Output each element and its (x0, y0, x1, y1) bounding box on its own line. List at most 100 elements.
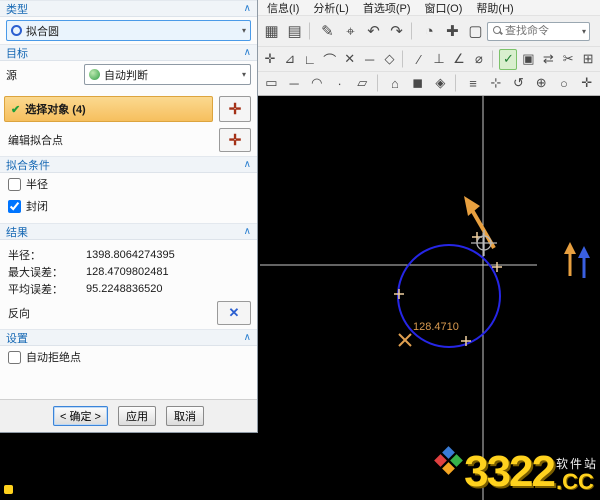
toolbar-icon[interactable]: ∠ (450, 49, 468, 70)
section-settings[interactable]: 设置 ∧ (0, 329, 257, 346)
toolbar-icon[interactable]: ↺ (508, 73, 529, 94)
select-objects-row[interactable]: ✔ 选择对象 (4) (4, 96, 213, 122)
fit-curve-dialog: 类型 ∧ 拟合圆 ▾ 目标 ∧ 源 自动判断 ▾ ✔ 选择对象 (4) ✛ 编辑… (0, 0, 258, 433)
datum-arrow-orange[interactable] (564, 242, 576, 276)
collapse-chevron-icon[interactable]: ∧ (244, 226, 251, 237)
reverse-direction-button[interactable]: ✕ (217, 301, 251, 325)
caret-down-icon[interactable]: ▾ (242, 26, 246, 35)
toolbar-icon[interactable]: ▦ (261, 19, 282, 43)
toolbar-separator (492, 50, 496, 68)
source-label: 源 (6, 67, 84, 83)
auto-reject-checkbox-label: 自动拒绝点 (26, 349, 81, 365)
reverse-label: 反向 (8, 305, 217, 321)
toolbar-icon[interactable]: ✓ (499, 49, 517, 70)
toolbar-icon[interactable]: ◇ (381, 49, 399, 70)
toolbar-icon[interactable]: ✛ (261, 49, 279, 70)
toolbar-separator (411, 22, 415, 40)
caret-down-icon[interactable]: ▾ (242, 70, 246, 79)
section-title: 类型 (6, 1, 28, 17)
watermark-number: 3322 (464, 452, 554, 492)
toolbar-icon[interactable]: ✎ (317, 19, 338, 43)
toolbar-icon[interactable]: ○ (554, 73, 575, 94)
collapse-chevron-icon[interactable]: ∧ (244, 159, 251, 170)
section-target[interactable]: 目标 ∧ (0, 44, 257, 61)
source-combo-value: 自动判断 (100, 67, 240, 83)
caret-down-icon[interactable]: ▾ (582, 27, 586, 36)
section-type[interactable]: 类型 ∧ (0, 0, 257, 17)
toolbar-icon[interactable]: ≡ (463, 73, 484, 94)
result-radius-value: 1398.8064274395 (86, 249, 175, 261)
ok-button[interactable]: < 确定 > (53, 406, 108, 426)
toolbar-icon[interactable]: ⌂ (385, 73, 406, 94)
result-avg-error-value: 95.2248836520 (86, 283, 162, 295)
toolbar-icon[interactable]: ⊹ (485, 73, 506, 94)
menu-item[interactable]: 信息(I) (260, 0, 306, 16)
command-finder[interactable]: ▾ (487, 22, 590, 41)
toolbar-icon[interactable]: ▣ (519, 49, 537, 70)
toolbar-icon[interactable]: ⌀ (470, 49, 488, 70)
search-icon (493, 26, 503, 36)
type-combo[interactable]: 拟合圆 ▾ (6, 20, 251, 41)
result-max-error-value: 128.4709802481 (86, 266, 169, 278)
toolbar-icon[interactable]: ◼ (407, 73, 428, 94)
radius-checkbox[interactable] (8, 178, 21, 191)
toolbar-icon[interactable]: ▢ (465, 19, 486, 43)
toolbar-icon[interactable]: ⊞ (579, 49, 597, 70)
radius-checkbox-label: 半径 (26, 176, 48, 192)
toolbar-icon[interactable]: ∟ (301, 49, 319, 70)
auto-reject-checkbox[interactable] (8, 351, 21, 364)
edit-fit-points-button[interactable]: ✛ (219, 128, 251, 152)
menu-item[interactable]: 窗口(O) (418, 0, 470, 16)
section-result[interactable]: 结果 ∧ (0, 223, 257, 240)
toolbar-icon[interactable]: ✛ (576, 73, 597, 94)
toolbar-icon[interactable]: ▭ (261, 73, 282, 94)
toolbar-icon[interactable]: ↷ (386, 19, 407, 43)
menu-item[interactable]: 首选项(P) (356, 0, 418, 16)
max-error-label: 128.4710 (413, 321, 459, 333)
section-fit-condition[interactable]: 拟合条件 ∧ (0, 156, 257, 173)
cancel-button[interactable]: 取消 (166, 406, 204, 426)
toolbar-icon[interactable]: ⌒ (321, 49, 339, 70)
toolbar-icon[interactable]: ✂ (559, 49, 577, 70)
toolbar-icon[interactable]: ⊕ (531, 73, 552, 94)
direction-arrow[interactable] (464, 196, 494, 248)
select-target-button[interactable]: ✛ (219, 96, 251, 122)
toolbar-icon[interactable]: ◔ (419, 19, 440, 43)
corner-dot (4, 485, 13, 494)
collapse-chevron-icon[interactable]: ∧ (244, 3, 251, 14)
menu-bar: 信息(I)分析(L)首选项(P)窗口(O)帮助(H) (258, 0, 600, 16)
watermark: 3322 软件站 .CC (436, 448, 598, 492)
toolbar-icon[interactable]: ◠ (306, 73, 327, 94)
dialog-button-strip: < 确定 > 应用 取消 (0, 399, 257, 432)
apply-button[interactable]: 应用 (118, 406, 156, 426)
toolbar-icon[interactable]: ✚ (442, 19, 463, 43)
toolbar-icon[interactable]: ▱ (352, 73, 373, 94)
toolbar-icon[interactable]: ∕ (410, 49, 428, 70)
toolbar-icon[interactable]: ◈ (430, 73, 451, 94)
toolbar-icon[interactable]: ─ (284, 73, 305, 94)
check-icon: ✔ (11, 103, 20, 116)
search-input[interactable] (505, 25, 580, 37)
toolbar-icon[interactable]: ∙ (329, 73, 350, 94)
toolbar-icon[interactable]: ⇄ (539, 49, 557, 70)
rejected-point-marker[interactable] (399, 334, 411, 346)
section-title: 设置 (6, 330, 28, 346)
toolbar-icon[interactable]: ⌖ (340, 19, 361, 43)
collapse-chevron-icon[interactable]: ∧ (244, 47, 251, 58)
toolbar-icon[interactable]: ▤ (284, 19, 305, 43)
toolbar-icon[interactable]: ⊿ (281, 49, 299, 70)
collapse-chevron-icon[interactable]: ∧ (244, 332, 251, 343)
source-combo[interactable]: 自动判断 ▾ (84, 64, 251, 85)
toolbar-icon[interactable]: ⊥ (430, 49, 448, 70)
datum-arrow-blue[interactable] (578, 246, 590, 278)
result-max-error-label: 最大误差： (8, 264, 86, 280)
toolbar-separator (455, 74, 459, 92)
toolbar-icon[interactable]: ✕ (341, 49, 359, 70)
closed-checkbox[interactable] (8, 200, 21, 213)
section-title: 目标 (6, 45, 28, 61)
toolbar-icon[interactable]: ─ (361, 49, 379, 70)
toolbar-icon[interactable]: ↶ (363, 19, 384, 43)
menu-item[interactable]: 分析(L) (306, 0, 355, 16)
result-avg-error-label: 平均误差： (8, 281, 86, 297)
menu-item[interactable]: 帮助(H) (469, 0, 520, 16)
